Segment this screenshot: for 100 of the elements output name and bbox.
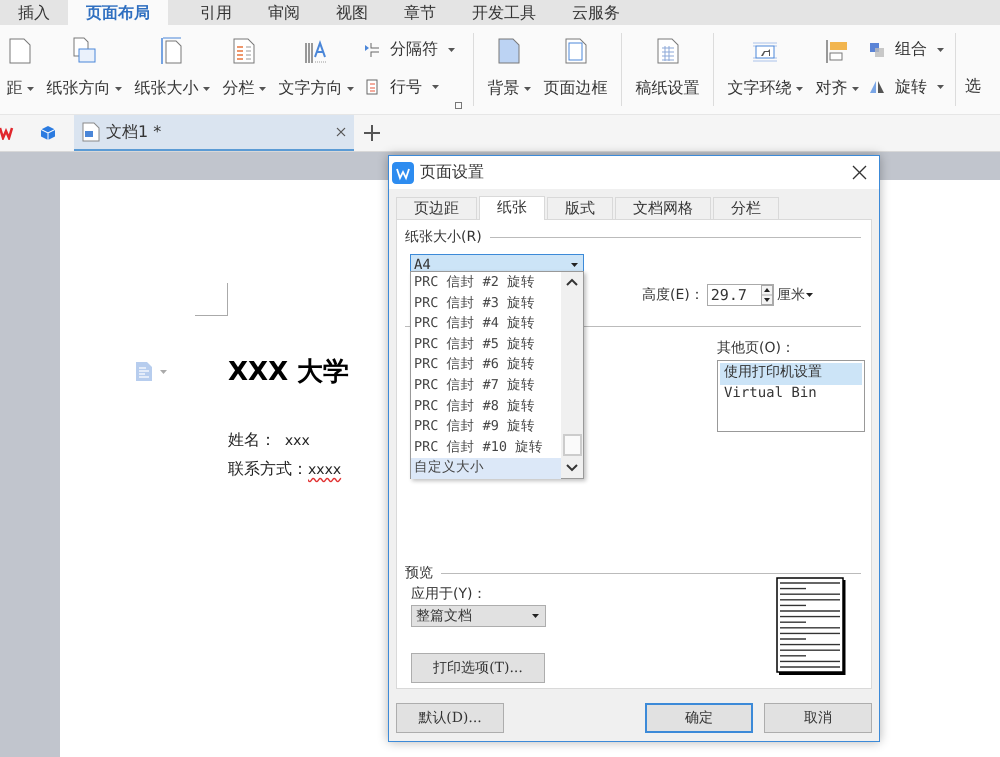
spinner-icon[interactable] bbox=[760, 285, 773, 305]
line-numbers-icon bbox=[364, 79, 380, 96]
list-item[interactable]: 自定义大小 bbox=[411, 458, 561, 479]
unit-dropdown[interactable]: 厘米 bbox=[776, 286, 813, 304]
field-label: 其他页(O)： bbox=[717, 339, 796, 357]
caret-icon bbox=[26, 86, 34, 90]
caret-icon bbox=[937, 85, 944, 90]
menu-tab[interactable]: 开发工具 bbox=[454, 0, 554, 25]
pages-icon bbox=[71, 37, 97, 65]
menu-tab[interactable]: 视图 bbox=[318, 0, 386, 25]
ribbon-button[interactable]: 文字方向 bbox=[272, 25, 360, 114]
menu-tab[interactable]: 插入 bbox=[0, 0, 68, 25]
chevron-up-icon[interactable] bbox=[566, 278, 578, 286]
caret-icon bbox=[258, 86, 266, 90]
list-item[interactable]: PRC 信封 #3 旋转 bbox=[411, 294, 561, 314]
paper-size-list[interactable]: PRC 信封 #2 旋转 PRC 信封 #3 旋转 PRC 信封 #4 旋转 PRC 信封 #5 旋转 PRC 信封 #6 旋转 PRC 信封 #7 旋转 PRC 信封 #8 旋转 PRC 信封 #9 旋转 PRC 信封 #10 旋转 自定义大小 bbox=[410, 271, 584, 479]
ribbon-button[interactable]: 分栏 bbox=[216, 25, 272, 114]
app-icon bbox=[392, 162, 414, 184]
ribbon-button[interactable]: 旋转 bbox=[869, 76, 944, 98]
caret-icon bbox=[160, 370, 167, 374]
caret-icon bbox=[448, 48, 455, 52]
dialog-tab[interactable]: 分栏 bbox=[713, 197, 779, 219]
ribbon-button[interactable]: 文字环绕 bbox=[721, 25, 809, 114]
scrollbar[interactable] bbox=[561, 272, 583, 478]
ribbon-button[interactable]: 稿纸设置 bbox=[629, 25, 706, 114]
list-item[interactable]: PRC 信封 #2 旋转 bbox=[411, 273, 561, 294]
margin-corner-mark bbox=[195, 283, 228, 316]
menu-tab[interactable]: 引用 bbox=[182, 0, 250, 25]
chevron-down-icon[interactable] bbox=[566, 464, 578, 472]
ribbon-button[interactable]: 选 bbox=[965, 76, 981, 114]
dialog-launcher-icon[interactable] bbox=[455, 102, 462, 109]
page-break-icon bbox=[364, 42, 380, 58]
print-options-button[interactable]: 打印选项(T)... bbox=[411, 653, 545, 683]
close-button[interactable] bbox=[852, 165, 867, 180]
menu-tab[interactable]: 章节 bbox=[386, 0, 454, 25]
list-item[interactable]: PRC 信封 #9 旋转 bbox=[411, 417, 561, 438]
logo-icon bbox=[0, 126, 16, 140]
caret-icon bbox=[432, 85, 439, 90]
dialog-title: 页面设置 bbox=[420, 162, 485, 183]
section-label: 纸张大小(R) bbox=[405, 228, 482, 246]
section-label: 预览 bbox=[405, 564, 433, 582]
caret-icon bbox=[571, 262, 578, 266]
align-icon bbox=[824, 37, 850, 65]
list-item[interactable]: PRC 信封 #6 旋转 bbox=[411, 355, 561, 376]
ribbon-button[interactable]: 分隔符 bbox=[364, 39, 455, 60]
dialog-tab[interactable]: 页边距 bbox=[396, 197, 477, 219]
document-tab[interactable]: 文档1 * bbox=[74, 115, 354, 151]
scrollbar-thumb[interactable] bbox=[562, 434, 582, 456]
document-text: 姓名： xxx bbox=[228, 429, 310, 451]
caret-icon bbox=[114, 86, 122, 90]
caret-icon bbox=[937, 48, 944, 52]
ribbon-button[interactable]: 纸张方向 bbox=[40, 25, 128, 114]
height-field[interactable]: 29.7 bbox=[706, 284, 774, 306]
overlapping-squares-icon bbox=[869, 42, 885, 58]
page-icon bbox=[496, 37, 522, 65]
page-border-icon bbox=[562, 37, 588, 65]
list-item[interactable]: PRC 信封 #5 旋转 bbox=[411, 334, 561, 356]
caret-icon bbox=[806, 293, 813, 297]
document-heading: XXX 大学 bbox=[228, 356, 350, 389]
dialog-button[interactable]: 确定 bbox=[645, 703, 753, 733]
list-item[interactable]: PRC 信封 #4 旋转 bbox=[411, 314, 561, 335]
page-icon bbox=[7, 37, 33, 65]
ribbon-button[interactable]: 纸张大小 bbox=[128, 25, 216, 114]
ribbon-button[interactable]: 页面边框 bbox=[537, 25, 614, 114]
menu-tab[interactable]: 审阅 bbox=[250, 0, 318, 25]
document-icon bbox=[82, 122, 100, 142]
tab-title: 文档1 * bbox=[106, 122, 162, 142]
list-item[interactable]: 使用打印机设置 bbox=[720, 363, 862, 385]
list-item[interactable]: Virtual Bin bbox=[720, 385, 862, 407]
ribbon-button[interactable]: 背景 bbox=[481, 25, 537, 114]
ribbon-button[interactable]: 行号 bbox=[364, 76, 455, 98]
ribbon-button[interactable]: 对齐 bbox=[809, 25, 865, 114]
dialog-tab[interactable]: 版式 bbox=[547, 197, 613, 219]
dialog-button[interactable]: 取消 bbox=[764, 703, 872, 733]
ribbon-button[interactable]: 距 bbox=[0, 25, 40, 114]
apply-to-dropdown[interactable]: 整篇文档 bbox=[411, 605, 546, 627]
dialog-button[interactable]: 默认(D)... bbox=[396, 703, 504, 733]
close-icon[interactable] bbox=[336, 127, 346, 137]
caret-icon bbox=[524, 86, 530, 90]
ribbon-button[interactable]: 组合 bbox=[869, 39, 944, 60]
field-label: 应用于(Y)： bbox=[411, 585, 488, 603]
close-icon bbox=[852, 165, 867, 180]
caret-icon bbox=[202, 86, 210, 90]
caret-icon bbox=[796, 86, 802, 90]
caret-icon bbox=[532, 614, 539, 618]
tray-list[interactable]: 使用打印机设置 Virtual Bin bbox=[717, 360, 865, 432]
document-text: 联系方式：xxxx bbox=[228, 458, 342, 480]
plus-icon[interactable] bbox=[364, 125, 380, 141]
menu-tab[interactable]: 页面布局 bbox=[68, 0, 168, 25]
grid-page-icon bbox=[654, 37, 680, 65]
field-label: 高度(E)： bbox=[642, 286, 704, 304]
list-item[interactable]: PRC 信封 #7 旋转 bbox=[411, 376, 561, 397]
list-item[interactable]: PRC 信封 #8 旋转 bbox=[411, 396, 561, 418]
caret-icon bbox=[852, 86, 858, 90]
cube-icon bbox=[41, 126, 55, 140]
list-item[interactable]: PRC 信封 #10 旋转 bbox=[411, 438, 561, 458]
dialog-tab[interactable]: 纸张 bbox=[479, 196, 545, 220]
dialog-tab[interactable]: 文档网格 bbox=[615, 197, 711, 219]
menu-tab[interactable]: 云服务 bbox=[554, 0, 638, 25]
caret-icon bbox=[346, 86, 354, 90]
